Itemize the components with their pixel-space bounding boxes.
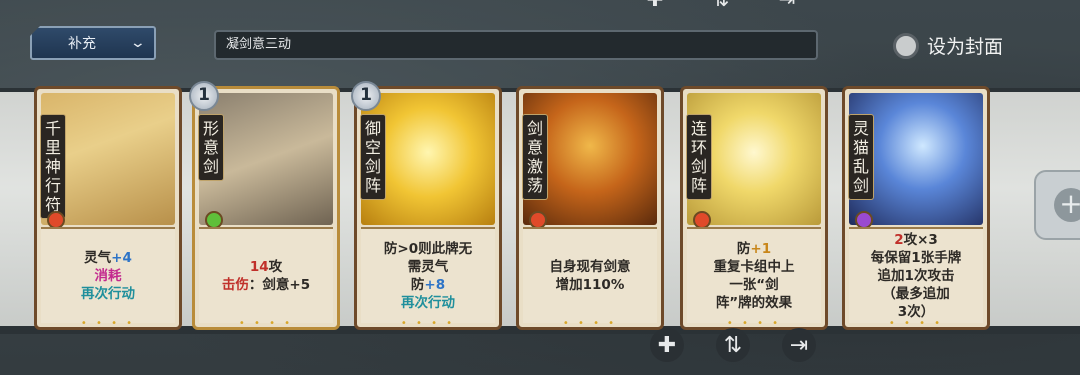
card[interactable]: 形意剑 1 14攻 击伤：剑意+5 • • • •	[189, 81, 340, 330]
card-description-line: 14攻	[250, 258, 282, 276]
card-level-badge: 1	[189, 81, 219, 111]
card-text-segment: 击伤	[221, 277, 249, 293]
card-text-segment: 灵气	[84, 250, 112, 266]
card-description-line: 每保留1张手牌	[871, 249, 961, 267]
card-description-line: 防>0则此牌无	[384, 240, 472, 258]
set-cover-label: 设为封面	[927, 36, 1004, 58]
card-description-line: 2攻×3	[894, 231, 938, 249]
card-text-segment: 消耗	[94, 268, 122, 284]
card-text-segment: 再次行动	[401, 295, 455, 311]
card-description-line: 需灵气	[408, 258, 449, 276]
card-text-segment: 重复卡组中上	[713, 259, 795, 275]
export-icon[interactable]: ⇥	[782, 328, 816, 362]
plus-icon[interactable]: ✚	[650, 328, 684, 362]
card[interactable]: 剑意激荡 自身现有剑意 增加110% • • • •	[516, 86, 664, 330]
card-description: 灵气+4 消耗 再次行动	[41, 227, 175, 323]
plus-icon: +	[1054, 188, 1080, 222]
card-upgrade-dots: • • • •	[562, 318, 618, 329]
card-upgrade-dots: • • • •	[400, 318, 456, 329]
card-text-segment: 防>0则此牌无	[383, 241, 473, 257]
card-text-segment: 阵”牌的效果	[715, 295, 793, 311]
sort-icon[interactable]: ⇅	[706, 0, 736, 10]
set-cover-toggle[interactable]: 设为封面	[893, 32, 1003, 59]
card-text-segment: +8	[424, 277, 446, 293]
card-text-segment: 一张“剑	[729, 277, 779, 293]
card-description-line: 增加110%	[556, 276, 625, 294]
card-name: 御空剑阵	[361, 115, 385, 199]
card-name: 千里神行符	[41, 115, 65, 218]
card-text-segment: 再次行动	[81, 286, 135, 302]
card-upgrade-dots: • • • •	[238, 318, 294, 329]
card-description: 防>0则此牌无 需灵气 防+8 再次行动	[361, 227, 495, 323]
card-description-line: 击伤：剑意+5	[222, 276, 310, 294]
export-icon[interactable]: ⇥	[772, 0, 802, 10]
card-description-line: 重复卡组中上	[714, 258, 795, 276]
category-dropdown[interactable]: 补充 ⌄	[30, 26, 156, 60]
top-toolbar: ✚ ⇅ ⇥	[640, 0, 802, 10]
card-name: 剑意激荡	[523, 115, 547, 199]
card-name: 灵猫乱剑	[849, 115, 873, 199]
card-text-segment: 2	[894, 232, 904, 248]
category-dropdown-label: 补充	[68, 36, 96, 52]
card-level-badge: 1	[351, 81, 381, 111]
card-description: 14攻 击伤：剑意+5	[199, 227, 333, 323]
card-text-segment: 增加110%	[555, 277, 625, 293]
bottom-toolbar: ✚ ⇅ ⇥	[650, 328, 816, 362]
card-description-line: （最多追加	[882, 285, 950, 303]
card-text-segment: 14	[249, 259, 269, 275]
card-text-segment: （最多追加	[882, 286, 950, 302]
card[interactable]: 连环剑阵 防+1 重复卡组中上 一张“剑 阵”牌的效果 • • • •	[680, 86, 828, 330]
card-description-line: 再次行动	[81, 285, 135, 303]
card[interactable]: 千里神行符 灵气+4 消耗 再次行动 • • • •	[34, 86, 182, 330]
card-description-line: 防+8	[411, 276, 445, 294]
card-name: 形意剑	[199, 115, 223, 180]
card-description: 防+1 重复卡组中上 一张“剑 阵”牌的效果	[687, 227, 821, 323]
card-description-line: 一张“剑	[729, 276, 778, 294]
card-text-segment: 攻	[268, 259, 283, 275]
radio-icon[interactable]	[893, 32, 919, 59]
chevron-down-icon: ⌄	[129, 35, 147, 51]
card-name: 连环剑阵	[687, 115, 711, 199]
card-upgrade-dots: • • • •	[888, 318, 944, 329]
card-description: 2攻×3 每保留1张手牌 追加1次攻击 （最多追加 3次）	[849, 227, 983, 323]
sort-icon[interactable]: ⇅	[716, 328, 750, 362]
card-text-segment: 需灵气	[407, 259, 449, 275]
card-description: 自身现有剑意 增加110%	[523, 227, 657, 323]
card[interactable]: 御空剑阵 1 防>0则此牌无 需灵气 防+8 再次行动 • • • •	[351, 81, 502, 330]
card-description-line: 再次行动	[401, 294, 455, 312]
card-text-segment: 追加1次攻击	[877, 268, 955, 284]
card-text-segment: 防	[736, 241, 751, 257]
card-text-segment: 攻×3	[903, 232, 938, 248]
card-description-line: 阵”牌的效果	[716, 294, 792, 312]
card-text-segment: 防	[410, 277, 425, 293]
card-text-segment: +4	[111, 250, 132, 266]
card-description-line: 追加1次攻击	[878, 267, 955, 285]
card-description-line: 防+1	[737, 240, 771, 258]
card-description-line: 消耗	[95, 267, 122, 285]
plus-icon[interactable]: ✚	[640, 0, 670, 10]
card-text-segment: 每保留1张手牌	[870, 250, 962, 266]
card-text-segment: ：剑意+5	[248, 277, 311, 293]
card-description-line: 灵气+4	[84, 249, 132, 267]
card-text-segment: +1	[750, 241, 772, 257]
card-upgrade-dots: • • • •	[80, 318, 136, 329]
card-description-line: 自身现有剑意	[550, 258, 631, 276]
card-text-segment: 自身现有剑意	[549, 259, 631, 275]
deck-name-field[interactable]: 凝剑意三动	[214, 30, 818, 60]
card[interactable]: 灵猫乱剑 2攻×3 每保留1张手牌 追加1次攻击 （最多追加 3次） • • • •	[842, 86, 990, 330]
add-card-slot[interactable]: +	[1034, 170, 1080, 240]
